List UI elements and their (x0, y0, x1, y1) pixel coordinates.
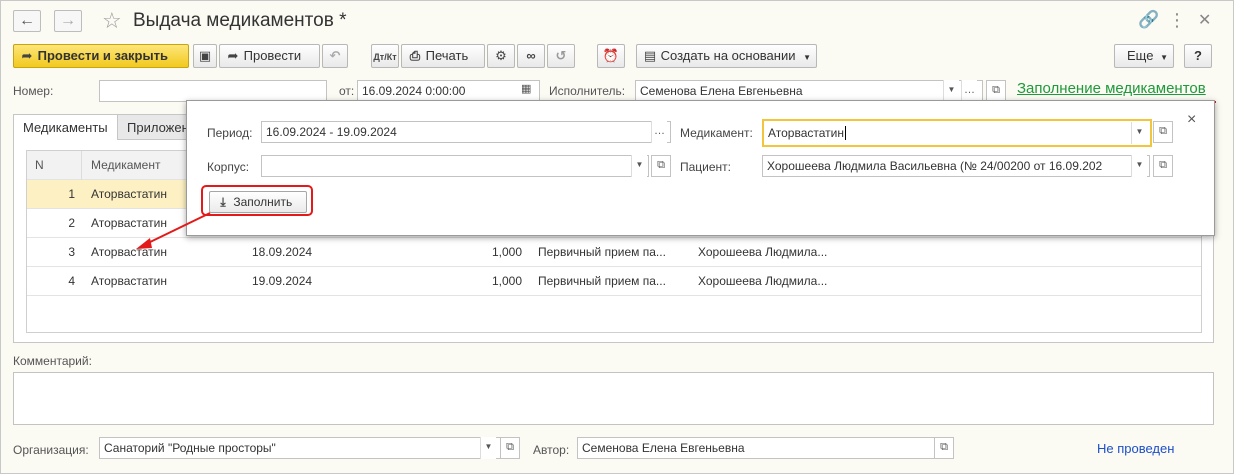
row-medicine: Аторвастатин (91, 274, 167, 288)
row-quantity: 1,000 (491, 274, 522, 288)
medicine-field[interactable]: Аторвастатин (762, 119, 1152, 147)
open-icon[interactable]: ⧉ (500, 437, 520, 459)
forward-button[interactable]: → (54, 10, 82, 32)
open-icon[interactable]: ⧉ (934, 437, 954, 459)
date-field[interactable]: 16.09.2024 0:00:00 (357, 80, 540, 102)
number-field[interactable] (99, 80, 327, 102)
author-label: Автор: (533, 443, 570, 457)
arrow-left-icon: ← (19, 12, 35, 29)
comment-field[interactable] (13, 372, 1214, 425)
row-patient: Хорошеева Людмила... (698, 245, 828, 259)
dt-kt-button[interactable]: Дт/Кт (371, 44, 399, 68)
calendar-icon[interactable]: ▦ (521, 82, 531, 95)
more-button[interactable]: Еще ▼ (1114, 44, 1174, 68)
comment-label: Комментарий: (13, 354, 92, 368)
reminder-button[interactable]: ⏰ (597, 44, 625, 68)
close-icon[interactable]: ✕ (1198, 10, 1211, 30)
dt-kt-icon: Дт/Кт (373, 52, 397, 62)
status-text: Не проведен (1097, 441, 1175, 456)
gear-icon: ⚙ (495, 48, 507, 63)
medicine-value: Аторвастатин (768, 126, 844, 140)
open-icon[interactable]: ⧉ (986, 80, 1006, 102)
column-header-n[interactable]: N (35, 151, 75, 180)
corpus-field[interactable] (261, 155, 649, 177)
row-number: 4 (68, 274, 75, 288)
save-button[interactable]: ▣ (193, 44, 217, 68)
row-number: 3 (68, 245, 75, 259)
date-value: 16.09.2024 0:00:00 (362, 84, 466, 98)
organization-value: Санаторий "Родные просторы" (104, 441, 276, 455)
row-number: 1 (68, 187, 75, 201)
period-field[interactable]: 16.09.2024 - 19.09.2024 (261, 121, 671, 143)
fill-parameters-popup: Период: 16.09.2024 - 19.09.2024 … Корпус… (186, 100, 1215, 236)
patient-field[interactable]: Хорошеева Людмила Васильевна (№ 24/00200… (762, 155, 1150, 177)
post-icon: ➦ (21, 48, 33, 63)
row-number: 2 (68, 216, 75, 230)
chevron-down-icon[interactable]: ▼ (1131, 155, 1147, 177)
save-icon: ▣ (198, 48, 212, 63)
undo-icon: ↶ (329, 48, 341, 63)
patient-value: Хорошеева Людмила Васильевна (№ 24/00200… (767, 159, 1103, 173)
history-button[interactable]: ↺ (547, 44, 575, 68)
chain-icon: ∞ (526, 48, 536, 63)
author-field[interactable]: Семенова Елена Евгеньевна (577, 437, 953, 459)
printer-icon: ⎙ (409, 48, 421, 63)
documents-icon: ▤ (643, 48, 657, 63)
chevron-down-icon[interactable]: ▼ (943, 80, 959, 102)
tab-attachments[interactable]: Приложен (117, 114, 189, 140)
tab-medicines[interactable]: Медикаменты (13, 114, 118, 140)
chevron-down-icon[interactable]: ▼ (480, 437, 496, 459)
chevron-down-icon: ▼ (1160, 53, 1168, 62)
back-button[interactable]: ← (13, 10, 41, 32)
executor-value: Семенова Елена Евгеньевна (640, 84, 803, 98)
chevron-down-icon[interactable]: ▼ (631, 155, 647, 177)
undo-post-button[interactable]: ↶ (322, 44, 348, 68)
create-based-on-button[interactable]: ▤ Создать на основании ▼ (636, 44, 817, 68)
link-icon[interactable]: 🔗 (1138, 10, 1159, 30)
row-date: 18.09.2024 (252, 245, 313, 259)
author-value: Семенова Елена Евгеньевна (582, 441, 745, 455)
fill-medicines-link[interactable]: Заполнение медикаментов (1017, 80, 1206, 97)
period-label: Период: (207, 126, 253, 140)
medicine-label: Медикамент: (680, 126, 753, 140)
executor-field[interactable]: Семенова Елена Евгеньевна (635, 80, 983, 102)
print-button[interactable]: ⎙ Печать (401, 44, 485, 68)
post-arrow-icon: ➦ (227, 48, 239, 63)
period-value: 16.09.2024 - 19.09.2024 (266, 125, 397, 139)
table-row[interactable]: 4 Аторвастатин 19.09.2024 1,000 Первичны… (27, 267, 1201, 296)
menu-icon[interactable]: ⋮ (1168, 10, 1186, 31)
number-label: Номер: (13, 84, 54, 98)
history-icon: ↺ (555, 48, 567, 63)
open-icon[interactable]: ⧉ (1153, 121, 1173, 143)
row-visit-type: Первичный прием па... (538, 245, 666, 259)
row-visit-type: Первичный прием па... (538, 274, 666, 288)
annotation-arrow (136, 212, 211, 249)
close-icon[interactable]: × (1187, 111, 1196, 129)
post-and-close-button[interactable]: ➦ Провести и закрыть (13, 44, 189, 68)
ellipsis-icon[interactable]: … (961, 80, 977, 102)
chevron-down-icon[interactable]: ▼ (1131, 122, 1147, 144)
organization-field[interactable]: Санаторий "Родные просторы" (99, 437, 520, 459)
help-button[interactable]: ? (1184, 44, 1212, 68)
post-button[interactable]: ➦ Провести (219, 44, 320, 68)
organization-label: Организация: (13, 443, 89, 457)
corpus-label: Корпус: (207, 160, 250, 174)
date-label: от: (339, 84, 355, 98)
row-patient: Хорошеева Людмила... (698, 274, 828, 288)
open-icon[interactable]: ⧉ (651, 155, 671, 177)
arrow-right-icon: → (60, 12, 76, 29)
row-date: 19.09.2024 (252, 274, 313, 288)
settings-button[interactable]: ⚙ (487, 44, 515, 68)
window-title: Выдача медикаментов * (133, 10, 347, 31)
open-icon[interactable]: ⧉ (1153, 155, 1173, 177)
executor-label: Исполнитель: (549, 84, 626, 98)
ellipsis-icon[interactable]: … (651, 121, 667, 143)
patient-label: Пациент: (680, 160, 732, 174)
favorite-star-icon[interactable]: ☆ (102, 8, 122, 34)
row-quantity: 1,000 (491, 245, 522, 259)
chevron-down-icon: ▼ (803, 53, 812, 62)
link-button[interactable]: ∞ (517, 44, 545, 68)
alarm-clock-icon: ⏰ (602, 48, 620, 63)
